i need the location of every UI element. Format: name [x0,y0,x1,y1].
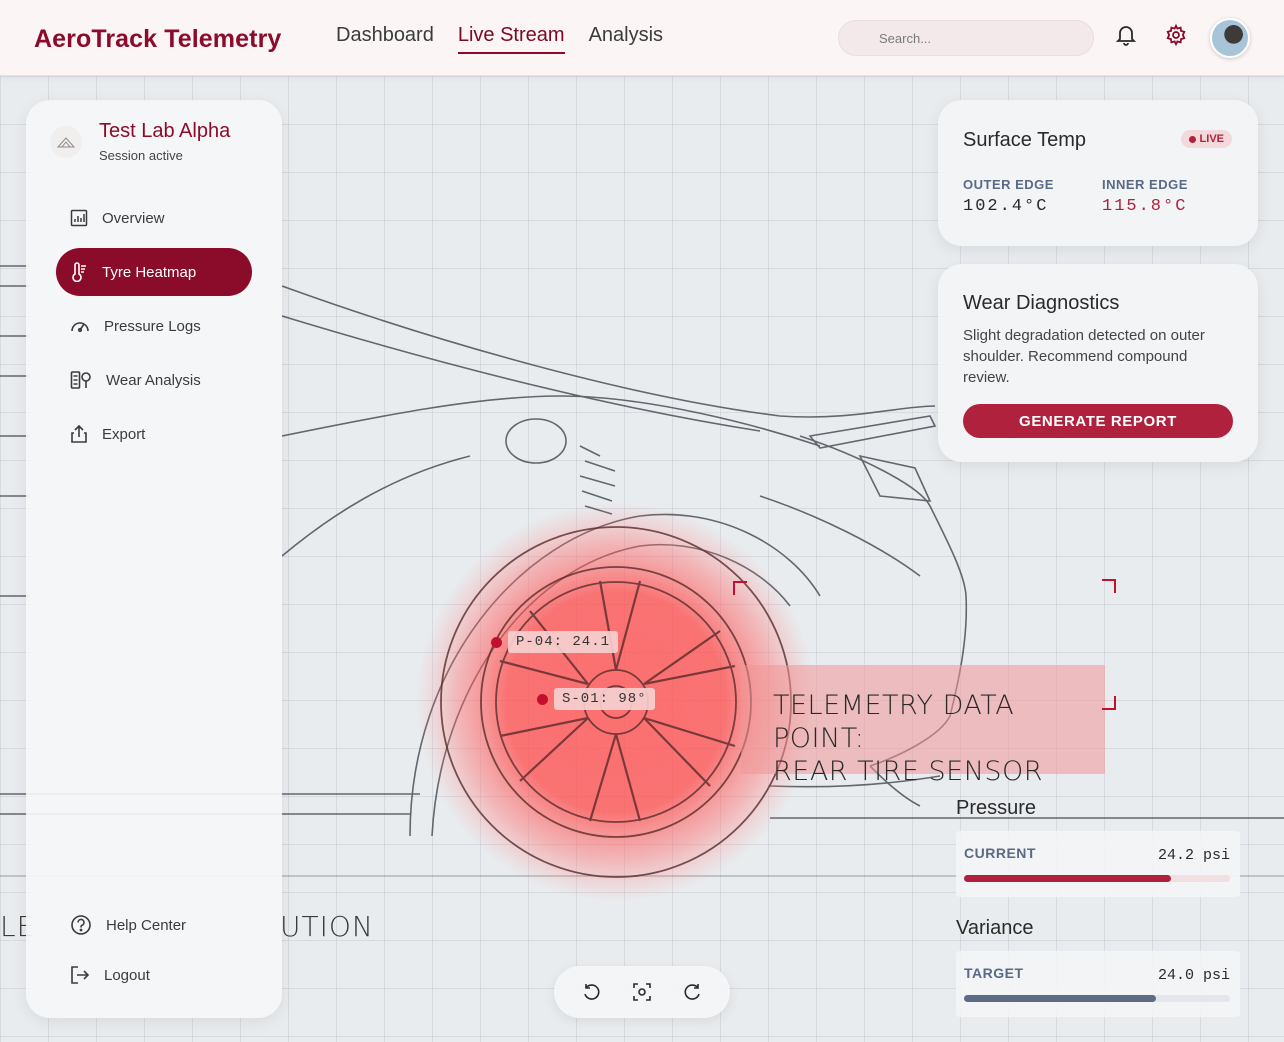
callout-corner-tl [733,581,747,595]
background-caption-right: UTION [280,910,374,943]
chart-icon [70,209,88,227]
pressure-bar-fill [964,875,1172,882]
sidebar: Test Lab Alpha Session active Overview T… [26,100,282,1018]
brand-title[interactable]: AeroTrack Telemetry [34,25,281,54]
user-avatar[interactable] [1210,18,1250,58]
export-icon [71,424,87,443]
view-controls [554,966,730,1018]
surface-temp-title: Surface Temp [963,129,1087,151]
sensor-dot-s01[interactable] [537,694,548,705]
nav-dashboard[interactable]: Dashboard [336,24,434,54]
live-badge-text: LIVE [1199,133,1224,145]
sidebar-item-wear-analysis[interactable]: Wear Analysis [56,356,252,404]
help-center-label: Help Center [106,916,187,934]
nav-live-stream[interactable]: Live Stream [457,24,565,54]
variance-metric: TARGET 24.0 psi [956,951,1240,1017]
wear-diagnostics-card: Wear Diagnostics Slight degradation dete… [938,264,1258,462]
variance-target-value: 24.0 psi [1157,967,1230,984]
sidebar-item-overview[interactable]: Overview [56,194,252,242]
telemetry-line-1: TELEMETRY DATA POINT: [773,690,1015,754]
telemetry-callout: TELEMETRY DATA POINT: REAR TIRE SENSOR [741,665,1105,787]
rotate-left-icon[interactable] [576,977,606,1007]
rotate-right-icon[interactable] [678,977,708,1007]
gauge-icon [71,322,89,333]
telemetry-line-2: REAR TIRE SENSOR [773,756,1044,787]
pressure-bar [964,875,1230,882]
sidebar-item-label: Tyre Heatmap [102,263,197,281]
sensor-tag-s01[interactable]: S-01: 98° [554,688,655,710]
top-bar: AeroTrack Telemetry Dashboard Live Strea… [0,0,1284,76]
generate-report-button[interactable]: GENERATE REPORT [963,404,1233,438]
variance-bar-fill [964,995,1156,1002]
outer-edge-value: 102.4°C [963,197,1049,216]
pressure-metric: CURRENT 24.2 psi [956,831,1240,897]
outer-edge-label: OUTER EDGE [963,177,1054,192]
logout-label: Logout [104,966,150,984]
sidebar-item-label: Export [102,425,146,443]
sidebar-item-export[interactable]: Export [56,410,252,458]
sidebar-item-tyre-heatmap[interactable]: Tyre Heatmap [56,248,252,296]
live-badge: LIVE [1180,130,1232,148]
sidebar-item-label: Pressure Logs [104,317,201,335]
surface-temp-card: Surface Temp LIVE OUTER EDGE 102.4°C INN… [938,100,1258,246]
variance-bar [964,995,1230,1002]
pressure-title: Pressure [956,797,1037,819]
live-dot-icon [1188,135,1196,143]
sensor-tag-p04[interactable]: P-04: 24.1 [508,631,619,653]
variance-title: Variance [956,917,1034,939]
thermometer-icon [72,262,86,282]
pressure-current-value: 24.2 psi [1157,847,1230,864]
sidebar-item-label: Wear Analysis [106,371,201,389]
nav-analysis[interactable]: Analysis [589,24,663,54]
inner-edge-label: INNER EDGE [1102,177,1188,192]
pressure-current-label: CURRENT [964,845,1036,861]
sensor-dot-p04[interactable] [491,637,502,648]
sidebar-logout[interactable]: Logout [56,951,252,999]
help-icon [71,915,91,935]
bell-icon[interactable] [1113,22,1139,48]
wear-diagnostics-text: Slight degradation detected on outer sho… [963,327,1205,386]
callout-corner-br [1102,696,1116,710]
wear-analysis-icon [70,371,91,389]
sidebar-item-label: Overview [102,209,165,227]
lab-title: Test Lab Alpha [99,120,231,142]
callout-corner-tr [1102,579,1116,593]
search-box[interactable] [838,20,1094,56]
lab-logo [50,126,82,158]
inner-edge-value: 115.8°C [1102,197,1188,216]
wear-diagnostics-title: Wear Diagnostics [963,292,1120,314]
sidebar-item-pressure-logs[interactable]: Pressure Logs [56,302,252,350]
search-input[interactable] [879,30,1079,46]
main-nav: Dashboard Live Stream Analysis [336,24,663,54]
gear-icon[interactable] [1163,22,1189,48]
focus-icon[interactable] [627,977,657,1007]
sidebar-help-center[interactable]: Help Center [56,901,252,949]
session-status: Session active [99,148,183,163]
logout-icon [71,966,90,984]
variance-target-label: TARGET [964,965,1024,981]
